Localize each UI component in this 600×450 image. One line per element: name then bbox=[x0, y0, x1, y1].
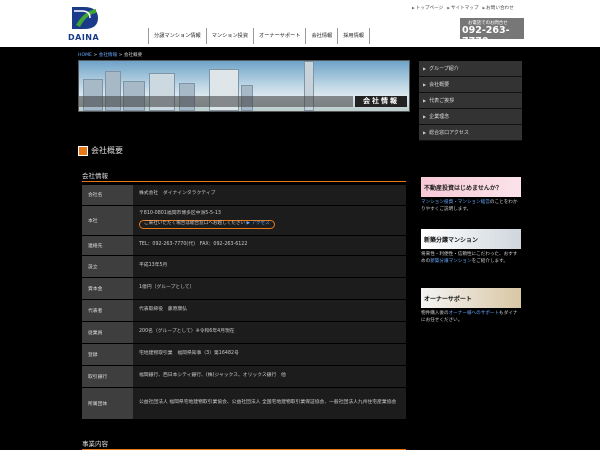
tel-box: お電話でのお問合せ 092-263-7770 bbox=[460, 18, 524, 47]
page-banner: 会社情報 bbox=[78, 60, 410, 112]
logo-text: DAINA bbox=[68, 33, 100, 42]
promo-new-mansion-desc2: をご紹介します。 bbox=[471, 258, 508, 264]
banner-strip bbox=[79, 96, 353, 107]
table-row: 取引銀行 福岡銀行、西日本シティ銀行、(株)ジャックス、オリックス銀行 他 bbox=[82, 365, 406, 388]
table-row: 資本金 1億円（グループとして） bbox=[82, 277, 406, 300]
table-row: 設立 平成13年5月 bbox=[82, 255, 406, 278]
nav-item-recruit[interactable]: 採用情報 bbox=[337, 28, 370, 44]
promo-owner-support: オーナーサポート 物件購入後のオーナー様へのサポートもダイナにお任せください。 bbox=[421, 288, 521, 324]
business-heading: 事業内容 bbox=[82, 438, 406, 450]
promo-new-mansion: 新築分譲マンション 将来性・利便性・信頼性にこだわった、おすすめの新築分譲マンシ… bbox=[421, 229, 521, 265]
row-label: 従業員 bbox=[82, 321, 133, 344]
nav-item-owner-support[interactable]: オーナーサポート bbox=[253, 28, 305, 44]
row-label: 本社 bbox=[82, 205, 133, 236]
promo-investment-banner[interactable]: 不動産投資はじめませんか？ bbox=[421, 177, 521, 197]
row-value: TEL：092-263-7770(代) FAX：092-263-6122 bbox=[133, 235, 406, 256]
access-notice: ご来社いただく場合は総合窓口へお越しください ▶ アクセス bbox=[139, 220, 275, 229]
row-value: 福岡銀行、西日本シティ銀行、(株)ジャックス、オリックス銀行 他 bbox=[133, 365, 406, 388]
access-link[interactable]: ▶ アクセス bbox=[247, 221, 270, 226]
site-logo[interactable]: DAINA bbox=[68, 5, 102, 43]
nav-item-company[interactable]: 会社情報 bbox=[305, 28, 337, 44]
row-value: 200名（グループとして）※令和6年4月現在 bbox=[133, 321, 406, 344]
promo-owner-support-desc1: 物件購入後の bbox=[421, 311, 449, 316]
row-value-cell: 〒810-0801福岡市博多区中洲5-5-13 ご来社いただく場合は総合窓口へお… bbox=[133, 205, 406, 236]
logo-mark-icon bbox=[72, 7, 98, 29]
util-link-sitemap[interactable]: サイトマップ bbox=[447, 5, 479, 11]
breadcrumb: HOME > 会社情報 > 会社概要 bbox=[78, 52, 142, 58]
promo-new-mansion-banner[interactable]: 新築分譲マンション bbox=[421, 229, 521, 249]
table-row: 登録 宅地建物取引業 福岡県知事（3）第16482号 bbox=[82, 343, 406, 366]
breadcrumb-home[interactable]: HOME bbox=[78, 53, 92, 58]
access-link-label: アクセス bbox=[251, 221, 270, 227]
tel-number[interactable]: 092-263-7770 bbox=[462, 25, 524, 47]
table-row: 所属団体 公益社団法人 福岡県宅地建物取引業協会、公益社団法人 全国宅地建物取引… bbox=[82, 387, 406, 420]
company-info-table: 会社名 株式会社 ダイナインタラクティブ 本社 〒810-0801福岡市博多区中… bbox=[82, 185, 406, 420]
site-header: DAINA トップページ サイトマップ お問い合わせ お電話でのお問合せ 092… bbox=[0, 0, 600, 47]
breadcrumb-company[interactable]: 会社情報 bbox=[99, 53, 117, 58]
row-value: 公益社団法人 福岡県宅地建物取引業協会、公益社団法人 全国宅地建物取引業保証協会… bbox=[133, 387, 406, 420]
row-value: 宅地建物取引業 福岡県知事（3）第16482号 bbox=[133, 343, 406, 366]
sidebar-item-access[interactable]: 総合窓口アクセス bbox=[419, 125, 522, 141]
util-link-contact[interactable]: お問い合わせ bbox=[482, 5, 514, 11]
table-row: 連絡先 TEL：092-263-7770(代) FAX：092-263-6122 bbox=[82, 235, 406, 256]
breadcrumb-sep: > bbox=[91, 53, 99, 58]
nav-item-investment[interactable]: マンション投資 bbox=[205, 28, 253, 44]
row-label: 代表者 bbox=[82, 299, 133, 322]
nav-item-sale[interactable]: 分譲マンション情報 bbox=[148, 28, 206, 44]
section-heading: 会社概要 bbox=[78, 145, 123, 156]
promo-new-mansion-text: 将来性・利便性・信頼性にこだわった、おすすめの新築分譲マンションをご紹介します。 bbox=[421, 252, 521, 265]
row-value: 〒810-0801福岡市博多区中洲5-5-13 bbox=[139, 211, 221, 217]
access-notice-text: ご来社いただく場合は総合窓口へお越しください bbox=[144, 221, 246, 227]
promo-owner-support-banner[interactable]: オーナーサポート bbox=[421, 288, 521, 308]
section-title: 会社概要 bbox=[91, 146, 123, 155]
promo-investment: 不動産投資はじめませんか？ マンション投資・マンション経営のことをわかりやすくご… bbox=[421, 177, 521, 213]
promo-owner-support-link[interactable]: オーナー様へのサポート bbox=[449, 311, 500, 316]
table-row: 本社 〒810-0801福岡市博多区中洲5-5-13 ご来社いただく場合は総合窓… bbox=[82, 205, 406, 236]
utility-links: トップページ サイトマップ お問い合わせ bbox=[412, 5, 514, 11]
row-value: 1億円（グループとして） bbox=[133, 277, 406, 300]
row-value: 平成13年5月 bbox=[133, 255, 406, 278]
util-link-top[interactable]: トップページ bbox=[412, 5, 443, 11]
row-label: 会社名 bbox=[82, 185, 133, 206]
sidebar-menu: グループ紹介 会社概要 代表ご挨拶 企業理念 総合窓口アクセス bbox=[419, 61, 522, 141]
row-value: 株式会社 ダイナインタラクティブ bbox=[133, 185, 406, 206]
row-label: 取引銀行 bbox=[82, 365, 133, 388]
section-marker-icon bbox=[78, 145, 88, 156]
row-value: 代表取締役 藤原康弘 bbox=[133, 299, 406, 322]
sidebar-item-group[interactable]: グループ紹介 bbox=[419, 61, 522, 77]
banner-title: 会社情報 bbox=[355, 96, 407, 107]
sidebar-item-greeting[interactable]: 代表ご挨拶 bbox=[419, 93, 522, 109]
promo-investment-text: マンション投資・マンション経営のことをわかりやすくご説明します。 bbox=[421, 200, 521, 213]
promo-new-mansion-link[interactable]: 新築分譲マンション bbox=[430, 259, 471, 264]
promo-investment-link[interactable]: マンション投資・マンション経営 bbox=[421, 200, 490, 205]
row-label: 登録 bbox=[82, 343, 133, 366]
global-nav: 分譲マンション情報 マンション投資 オーナーサポート 会社情報 採用情報 bbox=[148, 28, 370, 44]
sidebar-item-overview[interactable]: 会社概要 bbox=[419, 77, 522, 93]
row-label: 連絡先 bbox=[82, 235, 133, 256]
row-label: 設立 bbox=[82, 255, 133, 278]
table-row: 会社名 株式会社 ダイナインタラクティブ bbox=[82, 185, 406, 206]
sidebar-item-philosophy[interactable]: 企業理念 bbox=[419, 109, 522, 125]
promo-owner-support-text: 物件購入後のオーナー様へのサポートもダイナにお任せください。 bbox=[421, 311, 521, 324]
breadcrumb-current: 会社概要 bbox=[123, 53, 143, 58]
section-subheading: 会社情報 bbox=[82, 170, 406, 182]
row-label: 所属団体 bbox=[82, 387, 133, 420]
row-label: 資本金 bbox=[82, 277, 133, 300]
table-row: 代表者 代表取締役 藤原康弘 bbox=[82, 299, 406, 322]
table-row: 従業員 200名（グループとして）※令和6年4月現在 bbox=[82, 321, 406, 344]
breadcrumb-sep: > bbox=[117, 53, 124, 58]
